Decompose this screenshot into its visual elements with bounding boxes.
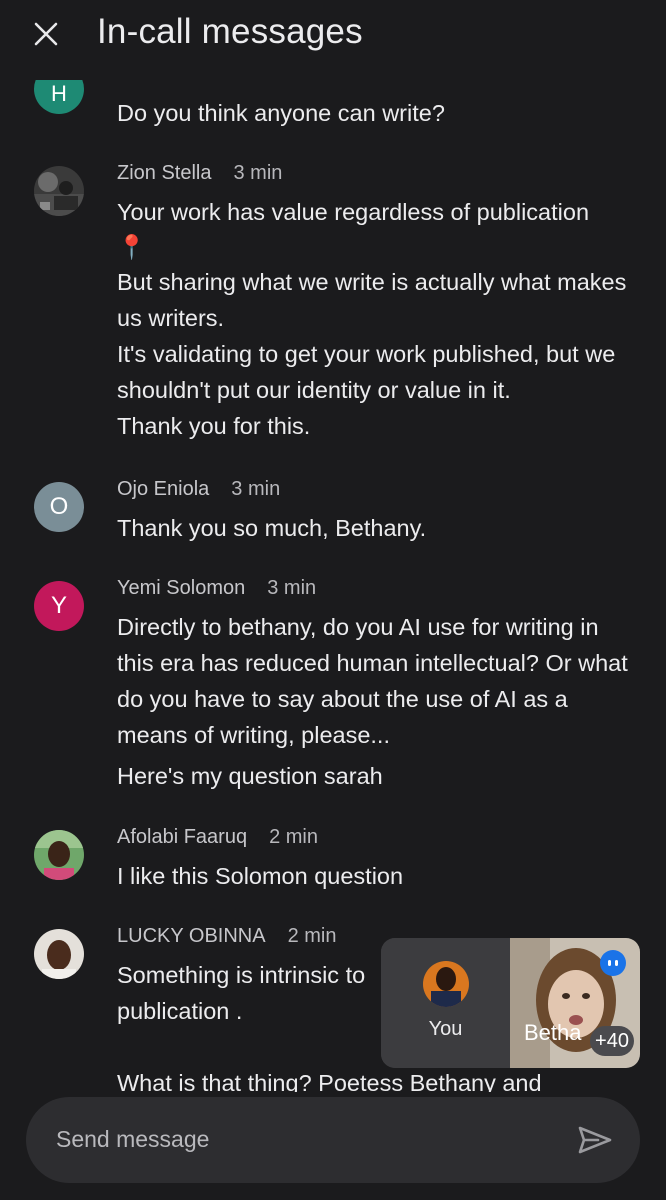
sender-name: Zion Stella xyxy=(117,162,212,184)
message-text: Directly to bethany, do you AI use for w… xyxy=(117,614,635,789)
message-text: Your work has value regardless of public… xyxy=(117,199,633,439)
avatar xyxy=(34,929,84,979)
message-text: I like this Solomon question xyxy=(117,863,404,889)
message-meta: Ojo Eniola 3 min xyxy=(117,478,280,501)
avatar: O xyxy=(34,482,84,532)
avatar xyxy=(34,830,84,880)
page-title: In-call messages xyxy=(97,12,363,51)
sender-name: Afolabi Faaruq xyxy=(117,826,248,848)
message-time: 2 min xyxy=(269,826,318,848)
avatar: H xyxy=(34,80,84,114)
message-meta: Afolabi Faaruq 2 min xyxy=(117,826,318,849)
message-text: Do you think anyone can write? xyxy=(117,100,445,126)
message-time: 3 min xyxy=(233,162,283,184)
speaking-indicator-icon xyxy=(600,950,626,976)
message-composer[interactable]: Send message xyxy=(26,1097,640,1183)
self-tile[interactable]: You xyxy=(381,938,510,1068)
avatar xyxy=(423,961,469,1007)
participant-video-tile[interactable]: Betha +40 xyxy=(510,938,640,1068)
header: In-call messages xyxy=(0,0,666,80)
message-time: 3 min xyxy=(267,577,317,599)
message-time: 2 min xyxy=(287,925,337,947)
close-button[interactable] xyxy=(26,14,66,54)
self-label: You xyxy=(428,1018,463,1040)
sender-name: LUCKY OBINNA xyxy=(117,925,266,947)
close-icon xyxy=(34,22,58,46)
message-meta: Zion Stella 3 min xyxy=(117,162,282,185)
sender-name: Ojo Eniola xyxy=(117,478,210,500)
avatar xyxy=(34,166,84,216)
send-button[interactable] xyxy=(576,1121,614,1159)
sender-name: Yemi Solomon xyxy=(117,577,246,599)
more-participants-badge[interactable]: +40 xyxy=(590,1026,634,1056)
message-input[interactable]: Send message xyxy=(56,1126,209,1153)
message-text: Thank you so much, Bethany. xyxy=(117,515,427,541)
message-time: 3 min xyxy=(231,478,281,500)
participant-name: Betha xyxy=(524,1020,582,1045)
message-meta: Yemi Solomon 3 min xyxy=(117,577,316,600)
avatar: Y xyxy=(34,581,84,631)
message-meta: LUCKY OBINNA 2 min xyxy=(117,925,336,948)
participant-pip[interactable]: You Betha +40 xyxy=(381,938,640,1068)
send-icon xyxy=(578,1126,612,1154)
